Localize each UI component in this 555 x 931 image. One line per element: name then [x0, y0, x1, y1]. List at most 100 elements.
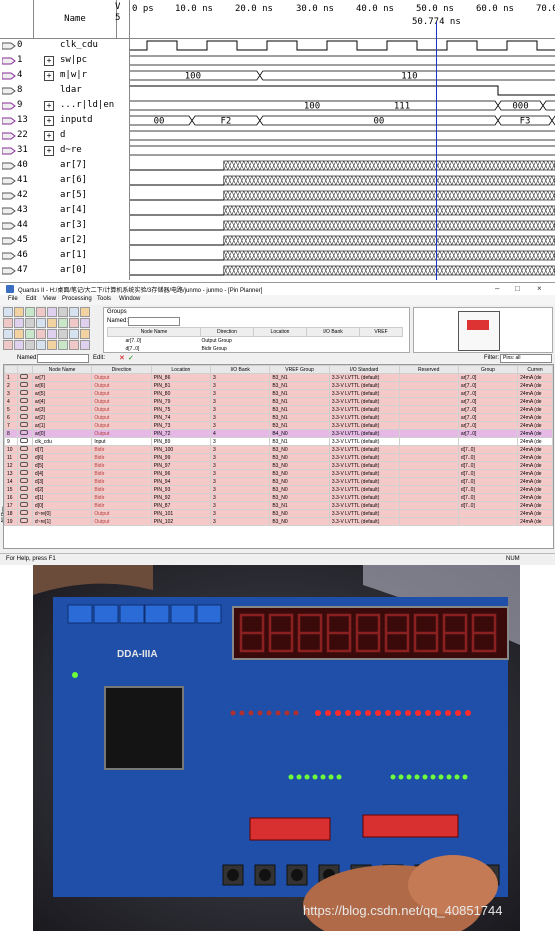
- expand-toggle[interactable]: +: [44, 56, 54, 66]
- expand-toggle[interactable]: +: [44, 146, 54, 156]
- pin-location[interactable]: PIN_72: [150, 429, 212, 438]
- pin-table-row[interactable]: 1 ar[7] Output PIN_86 3 B3_N1 3.3-V LVTTL (def…: [4, 373, 553, 382]
- pin-reserved[interactable]: [398, 373, 459, 382]
- signal-row[interactable]: 1 + sw|pc: [0, 53, 130, 69]
- pin-table-row[interactable]: 15 d[2] Bidir PIN_93 3 B3_N0 3.3-V LVTTL (defa…: [4, 485, 553, 494]
- pin-location[interactable]: PIN_96: [150, 469, 212, 478]
- toolbar-tool-icon[interactable]: [58, 340, 68, 350]
- signal-row[interactable]: 45 ar[2]: [0, 233, 130, 249]
- toolbar-tool-icon[interactable]: [3, 329, 13, 339]
- pin-table-row[interactable]: 17 d[0] Bidir PIN_87 3 B3_N1 3.3-V LVTTL (defa…: [4, 501, 553, 510]
- pin-table-row[interactable]: 4 ar[4] Output PIN_79 3 B3_N1 3.3-V LVTTL (def…: [4, 397, 553, 406]
- menu-file[interactable]: File: [8, 296, 18, 302]
- pin-table-column-header[interactable]: I/O Bank: [210, 365, 271, 374]
- pin-location[interactable]: PIN_97: [150, 461, 212, 470]
- pin-reserved[interactable]: [398, 493, 459, 502]
- pin-reserved[interactable]: [398, 429, 459, 438]
- toolbar-tool-icon[interactable]: [3, 318, 13, 328]
- pin-reserved[interactable]: [398, 469, 459, 478]
- pin-location[interactable]: PIN_74: [150, 413, 212, 422]
- signal-row[interactable]: 22 + d: [0, 128, 130, 144]
- signal-row[interactable]: 47 ar[0]: [0, 263, 130, 279]
- pin-table-row[interactable]: 3 ar[5] Output PIN_80 3 B3_N1 3.3-V LVTTL (def…: [4, 389, 553, 398]
- pin-location[interactable]: PIN_81: [150, 381, 212, 390]
- pin-reserved[interactable]: [398, 437, 459, 446]
- pin-location[interactable]: PIN_92: [150, 493, 212, 502]
- signal-row[interactable]: 44 ar[3]: [0, 218, 130, 234]
- pin-reserved[interactable]: [398, 405, 459, 414]
- toolbar-tool-icon[interactable]: [69, 340, 79, 350]
- toolbar-tool-icon[interactable]: [36, 340, 46, 350]
- groups-col-bank[interactable]: I/O Bank: [306, 327, 360, 337]
- pin-table-column-header[interactable]: Group: [457, 365, 519, 374]
- pin-reserved[interactable]: [398, 477, 459, 486]
- accept-edit-icon[interactable]: ✓: [128, 354, 134, 362]
- toolbar-tool-icon[interactable]: [47, 307, 57, 317]
- groups-col-direction[interactable]: Direction: [200, 327, 254, 337]
- signal-row[interactable]: 43 ar[4]: [0, 203, 130, 219]
- toolbar-tool-icon[interactable]: [80, 318, 90, 328]
- pin-reserved[interactable]: [398, 453, 459, 462]
- pin-table-column-header[interactable]: VREF Group: [269, 365, 330, 374]
- pin-table-row[interactable]: 10 d[7] Bidir PIN_100 3 B3_N0 3.3-V LVTTL (def…: [4, 445, 553, 454]
- close-button[interactable]: ×: [537, 284, 542, 293]
- pin-table-row[interactable]: 6 ar[2] Output PIN_74 3 B3_N1 3.3-V LVTTL (def…: [4, 413, 553, 422]
- expand-toggle[interactable]: +: [44, 71, 54, 81]
- menu-tools[interactable]: Tools: [97, 296, 111, 302]
- groups-col-location[interactable]: Location: [253, 327, 307, 337]
- pin-location[interactable]: PIN_99: [150, 453, 212, 462]
- toolbar-tool-icon[interactable]: [25, 318, 35, 328]
- menu-window[interactable]: Window: [119, 296, 140, 302]
- toolbar-tool-icon[interactable]: [58, 318, 68, 328]
- menu-processing[interactable]: Processing: [62, 296, 92, 302]
- pin-table-row[interactable]: 16 d[1] Bidir PIN_92 3 B3_N0 3.3-V LVTTL (defa…: [4, 493, 553, 502]
- pin-location[interactable]: PIN_94: [150, 477, 212, 486]
- pin-table-row[interactable]: 13 d[4] Bidir PIN_96 3 B3_N0 3.3-V LVTTL (defa…: [4, 469, 553, 478]
- pin-location[interactable]: PIN_89: [150, 437, 212, 446]
- signal-row[interactable]: 42 ar[5]: [0, 188, 130, 204]
- signal-row[interactable]: 8 ldar: [0, 83, 130, 99]
- pin-reserved[interactable]: [398, 413, 459, 422]
- signal-row[interactable]: 40 ar[7]: [0, 158, 130, 174]
- signal-row[interactable]: 13 + inputd: [0, 113, 130, 129]
- pin-table-column-header[interactable]: Curren: [517, 365, 553, 374]
- groups-col-vref[interactable]: VREF: [359, 327, 403, 337]
- toolbar-tool-icon[interactable]: [80, 340, 90, 350]
- pin-reserved[interactable]: [398, 509, 459, 518]
- signal-row[interactable]: 46 ar[1]: [0, 248, 130, 264]
- toolbar-tool-icon[interactable]: [14, 307, 24, 317]
- pin-table-row[interactable]: 8 ar[0] Output PIN_72 4 B4_N0 3.3-V LVTTL (def…: [4, 429, 553, 438]
- groups-col-node[interactable]: Node Name: [107, 327, 201, 337]
- pin-table-row[interactable]: 7 ar[1] Output PIN_73 3 B3_N1 3.3-V LVTTL (def…: [4, 421, 553, 430]
- toolbar-tool-icon[interactable]: [58, 329, 68, 339]
- pin-table-row[interactable]: 5 ar[3] Output PIN_75 3 B3_N1 3.3-V LVTTL (def…: [4, 405, 553, 414]
- pin-location[interactable]: PIN_79: [150, 397, 212, 406]
- pin-reserved[interactable]: [398, 501, 459, 510]
- pin-reserved[interactable]: [398, 421, 459, 430]
- expand-toggle[interactable]: +: [44, 116, 54, 126]
- toolbar-tool-icon[interactable]: [47, 318, 57, 328]
- expand-toggle[interactable]: +: [44, 101, 54, 111]
- signal-row[interactable]: 41 ar[6]: [0, 173, 130, 189]
- groups-named-input[interactable]: [128, 317, 180, 326]
- pin-location[interactable]: PIN_102: [150, 517, 212, 526]
- toolbar-tool-icon[interactable]: [14, 318, 24, 328]
- menu-edit[interactable]: Edit: [26, 296, 36, 302]
- name-column-header[interactable]: Name: [33, 0, 117, 38]
- signal-row[interactable]: 31 + d~re: [0, 143, 130, 159]
- pin-reserved[interactable]: [398, 445, 459, 454]
- time-cursor[interactable]: [436, 22, 437, 280]
- signal-row[interactable]: 9 + ...r|ld|en: [0, 98, 130, 114]
- toolbar-tool-icon[interactable]: [69, 307, 79, 317]
- pin-location[interactable]: PIN_73: [150, 421, 212, 430]
- pin-reserved[interactable]: [398, 485, 459, 494]
- pin-location[interactable]: PIN_86: [150, 373, 212, 382]
- pin-location[interactable]: PIN_80: [150, 389, 212, 398]
- pin-table-column-header[interactable]: Node Name: [31, 365, 93, 374]
- package-view-thumbnail[interactable]: [413, 307, 553, 353]
- toolbar-tool-icon[interactable]: [47, 340, 57, 350]
- pin-table-column-header[interactable]: Reserved: [398, 365, 459, 374]
- pin-location[interactable]: PIN_100: [150, 445, 212, 454]
- expand-toggle[interactable]: +: [44, 131, 54, 141]
- pin-table-column-header[interactable]: [4, 365, 18, 374]
